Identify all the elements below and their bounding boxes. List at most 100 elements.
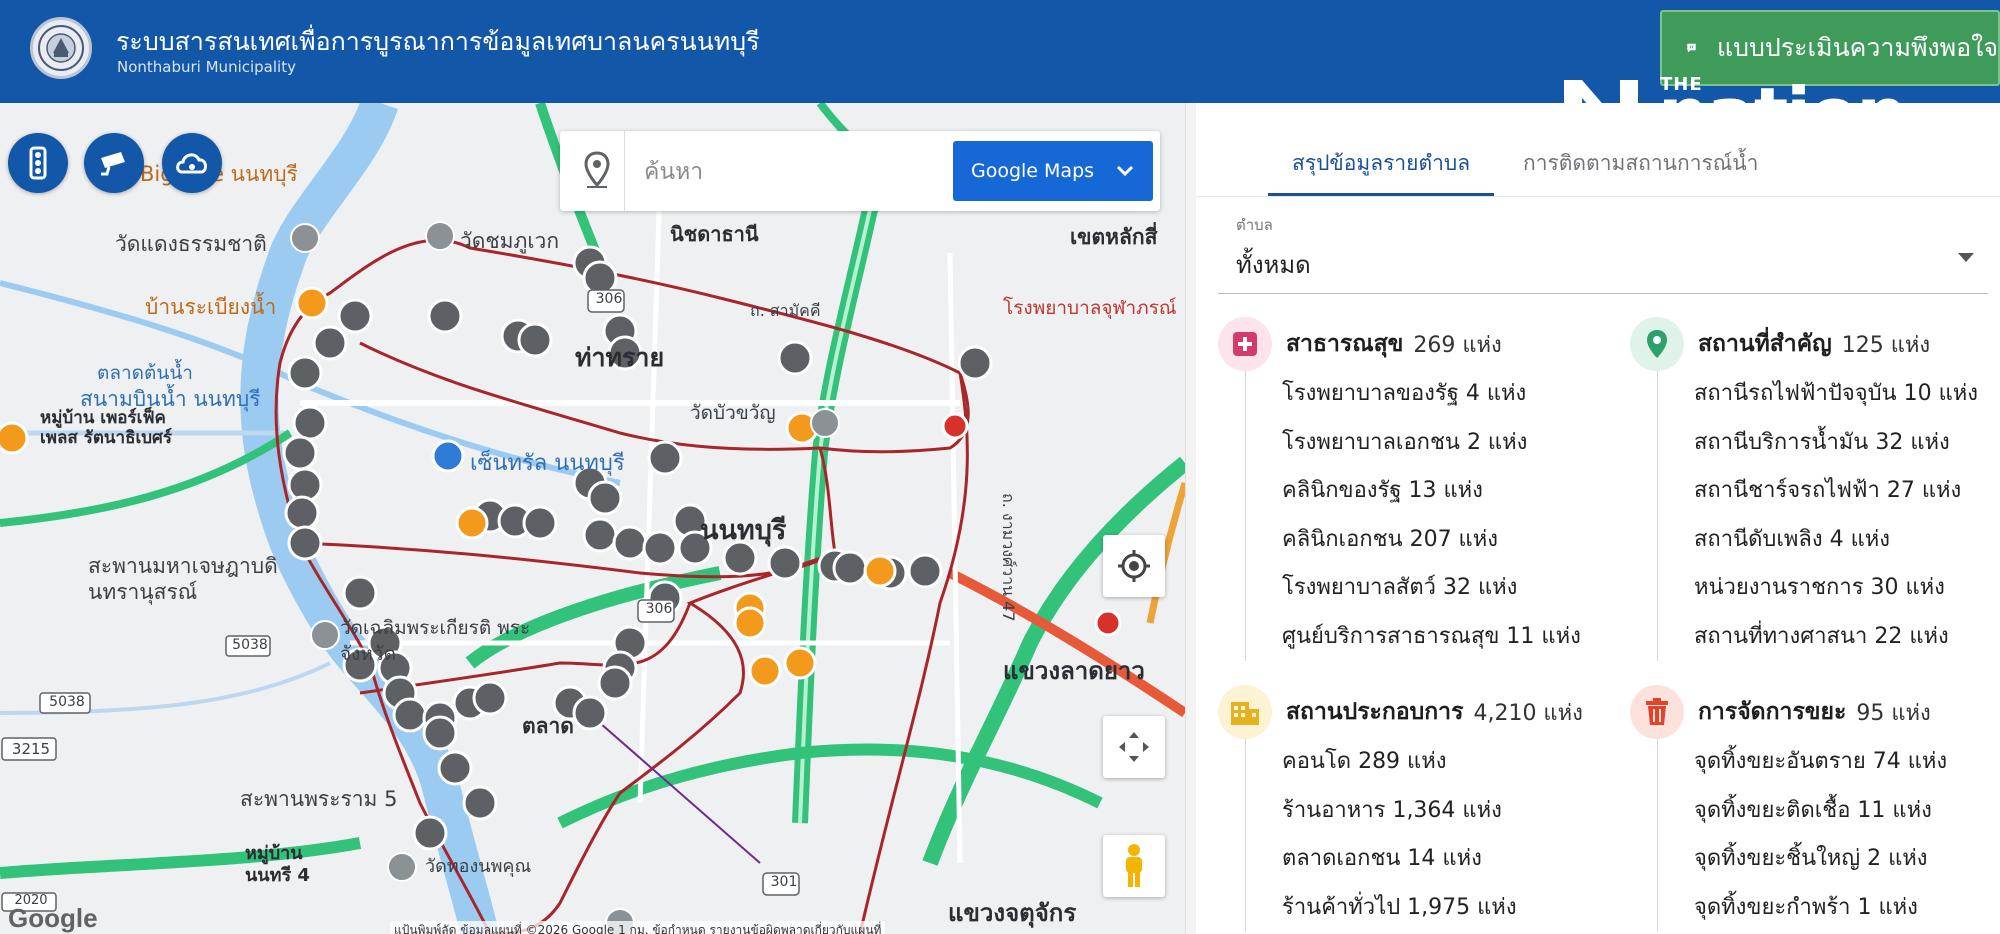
- map-label-samakkhi-road: ถ. สามัคคี: [750, 301, 821, 320]
- category-header: สถานประกอบการ 4,210 แห่ง: [1218, 685, 1583, 739]
- list-item[interactable]: ศูนย์บริการสาธารณสุข 11 แห่ง: [1282, 613, 1581, 662]
- list-item[interactable]: คลินิกของรัฐ 13 แห่ง: [1282, 467, 1581, 516]
- list-item[interactable]: สถานีดับเพลิง 4 แห่ง: [1694, 516, 1978, 565]
- category-header: สาธารณสุข 269 แห่ง: [1218, 317, 1502, 371]
- map-label-ban-rabiang: บ้านระเบียงน้ำ: [145, 295, 277, 319]
- caret-down-icon: [1958, 253, 1974, 262]
- list-item[interactable]: สถานีชาร์จรถไฟฟ้า 27 แห่ง: [1694, 467, 1978, 516]
- traffic-light-layer-button[interactable]: [8, 133, 68, 193]
- flood-sensor-layer-button[interactable]: [162, 133, 222, 193]
- medical-cross-icon: [1218, 317, 1272, 371]
- category-header: การจัดการขยะ 95 แห่ง: [1630, 685, 1931, 739]
- map-label-wat-daeng: วัดแดงธรรมชาติ: [115, 232, 267, 256]
- map-label-khwaeng-chatu: แขวงจตุจักร: [948, 899, 1077, 927]
- list-item[interactable]: โรงพยาบาลสัตว์ 32 แห่ง: [1282, 564, 1581, 613]
- district-select-label: ตำบล: [1236, 216, 1273, 234]
- district-select[interactable]: ตำบล ทั้งหมด: [1218, 213, 1988, 294]
- list-item[interactable]: สถานที่ทางศาสนา 22 แห่ง: [1694, 613, 1978, 662]
- app-header: ระบบสารสนเทศเพื่อการบูรณาการข้อมูลเทศบาล…: [0, 0, 2000, 103]
- map-search-bar: Google Maps: [560, 131, 1160, 211]
- category-title: สถานที่สำคัญ: [1698, 331, 1832, 357]
- map-label-route-301: 301: [770, 874, 798, 890]
- street-view-pegman-button[interactable]: [1103, 835, 1165, 897]
- map-attribution[interactable]: แป้นพิมพ์ลัด ข้อมูลแผนที่ ©2026 Google 1…: [390, 921, 886, 934]
- map-label-rp-chula: โรงพยาบาลจุฬาภรณ์: [1003, 297, 1177, 319]
- tab-bar-divider: [1196, 196, 2000, 197]
- category-count: 125 แห่ง: [1841, 332, 1931, 358]
- chat-bubble-icon: [1687, 43, 1696, 53]
- traffic-light-icon: [29, 146, 47, 180]
- map-label-saphan-rama5: สะพานพระราม 5: [240, 787, 398, 811]
- map-label-mueang: นนทบุรี: [700, 515, 787, 546]
- map-label-wat-thong: วัดทองนพคุณ: [425, 856, 532, 877]
- map-label-saphan-maha: สะพานมหาเจษฎาบดินทรานุสรณ์: [88, 554, 278, 604]
- search-separator: [624, 131, 625, 211]
- search-input[interactable]: [642, 149, 896, 195]
- category-item-list: สถานีรถไฟฟ้าปัจจุบัน 10 แห่ง สถานีบริการ…: [1657, 370, 1978, 661]
- map-label-route-306-b: 306: [645, 601, 673, 617]
- map-label-tha-sai: ท่าทราย: [575, 343, 665, 372]
- my-location-button[interactable]: [1103, 535, 1165, 597]
- cctv-camera-icon: [101, 152, 125, 176]
- pan-control-button[interactable]: [1103, 716, 1165, 778]
- location-pin-icon: [584, 151, 610, 188]
- list-item[interactable]: โรงพยาบาลเอกชน 2 แห่ง: [1282, 419, 1581, 468]
- map-label-wat-chomphu: วัดชมภูเวก: [460, 229, 560, 253]
- cloud-eye-icon: [176, 153, 208, 174]
- category-item-list: คอนโด 289 แห่ง ร้านอาหาร 1,364 แห่ง ตลาด…: [1245, 738, 1517, 932]
- list-item[interactable]: โรงพยาบาลของรัฐ 4 แห่ง: [1282, 370, 1581, 419]
- category-header: สถานที่สำคัญ 125 แห่ง: [1630, 317, 1931, 371]
- category-title: สถานประกอบการ: [1286, 699, 1464, 725]
- category-count: 269 แห่ง: [1413, 332, 1502, 358]
- summary-panel: สรุปข้อมูลรายตำบล การติดตามสถานการณ์น้ำ …: [1196, 103, 2000, 934]
- map-label-central: เซ็นทรัล นนทบุรี: [470, 451, 625, 476]
- map-label-talad: ตลาด: [522, 714, 574, 738]
- category-count: 4,210 แห่ง: [1473, 700, 1583, 726]
- map-label-ngam-wong: ถ. งามวงศ์วาน 47: [999, 493, 1018, 622]
- map-label-route-5038-b: 5038: [49, 694, 85, 710]
- district-select-value: ทั้งหมด: [1236, 251, 1311, 279]
- list-item[interactable]: หน่วยงานราชการ 30 แห่ง: [1694, 564, 1978, 613]
- map-label-khet-lak-si: เขตหลักสี่: [1070, 225, 1158, 249]
- category-title: การจัดการขยะ: [1698, 699, 1847, 725]
- tab-district-summary[interactable]: สรุปข้อมูลรายตำบล: [1292, 147, 1470, 180]
- map-label-route-3215: 3215: [11, 740, 51, 758]
- list-item[interactable]: จุดทิ้งขยะชิ้นใหญ่ 2 แห่ง: [1694, 835, 1947, 884]
- list-item[interactable]: จุดทิ้งขยะติดเชื้อ 11 แห่ง: [1694, 787, 1947, 836]
- category-title: สาธารณสุข: [1286, 331, 1404, 357]
- map-provider-dropdown[interactable]: Google Maps: [953, 141, 1153, 201]
- category-item-list: จุดทิ้งขยะอันตราย 74 แห่ง จุดทิ้งขยะติดเ…: [1657, 738, 1947, 932]
- tab-water-monitoring[interactable]: การติดตามสถานการณ์น้ำ: [1523, 147, 1758, 180]
- building-icon: [1218, 685, 1272, 739]
- map-label-wat-bua: วัดบัวขวัญ: [690, 402, 776, 424]
- list-item[interactable]: สถานีบริการน้ำมัน 32 แห่ง: [1694, 419, 1978, 468]
- map-label-route-5038-a: 5038: [232, 637, 268, 653]
- google-logo: Google: [8, 903, 98, 933]
- list-item[interactable]: ร้านค้าทั่วไป 1,975 แห่ง: [1282, 884, 1517, 933]
- trash-bin-icon: [1630, 685, 1684, 739]
- app-title: ระบบสารสนเทศเพื่อการบูรณาการข้อมูลเทศบาล…: [116, 27, 760, 56]
- municipality-logo: [30, 17, 92, 79]
- map-label-muban-pearl: หมู่บ้าน เพอร์เฟ็คเพลส รัตนาธิเบศร์: [40, 408, 172, 448]
- map-label-muban-nonthree: หมู่บ้าน นนทรี 4: [245, 843, 310, 886]
- cctv-layer-button[interactable]: [84, 133, 144, 193]
- satisfaction-survey-button[interactable]: แบบประเมินความพึงพอใจ: [1660, 10, 2000, 86]
- list-item[interactable]: สถานีรถไฟฟ้าปัจจุบัน 10 แห่ง: [1694, 370, 1978, 419]
- list-item[interactable]: คอนโด 289 แห่ง: [1282, 738, 1517, 787]
- map-label-wat-chaloem: วัดเฉลิมพระเกียรติ พระจังหวัด: [340, 617, 531, 665]
- list-item[interactable]: จุดทิ้งขยะอันตราย 74 แห่ง: [1694, 738, 1947, 787]
- category-item-list: โรงพยาบาลของรัฐ 4 แห่ง โรงพยาบาลเอกชน 2 …: [1245, 370, 1581, 661]
- list-item[interactable]: ร้านอาหาร 1,364 แห่ง: [1282, 787, 1517, 836]
- category-count: 95 แห่ง: [1856, 700, 1931, 726]
- map-label-route-306-a: 306: [595, 291, 623, 307]
- app-subtitle: Nonthaburi Municipality: [117, 58, 296, 76]
- map-provider-label: Google Maps: [971, 160, 1095, 182]
- crosshair-icon: [1118, 550, 1150, 582]
- map-label-khwaeng-lat-yao: แขวงลาดยาว: [1003, 657, 1145, 685]
- map-view[interactable]: Big Tree นนทบุรี วัดแดงธรรมชาติ บ้านระเบ…: [0, 103, 1185, 934]
- map-pin-icon: [1630, 317, 1684, 371]
- list-item[interactable]: จุดทิ้งขยะกำพร้า 1 แห่ง: [1694, 884, 1947, 933]
- list-item[interactable]: คลินิกเอกชน 207 แห่ง: [1282, 516, 1581, 565]
- move-arrows-icon: [1119, 732, 1149, 762]
- list-item[interactable]: ตลาดเอกชน 14 แห่ง: [1282, 835, 1517, 884]
